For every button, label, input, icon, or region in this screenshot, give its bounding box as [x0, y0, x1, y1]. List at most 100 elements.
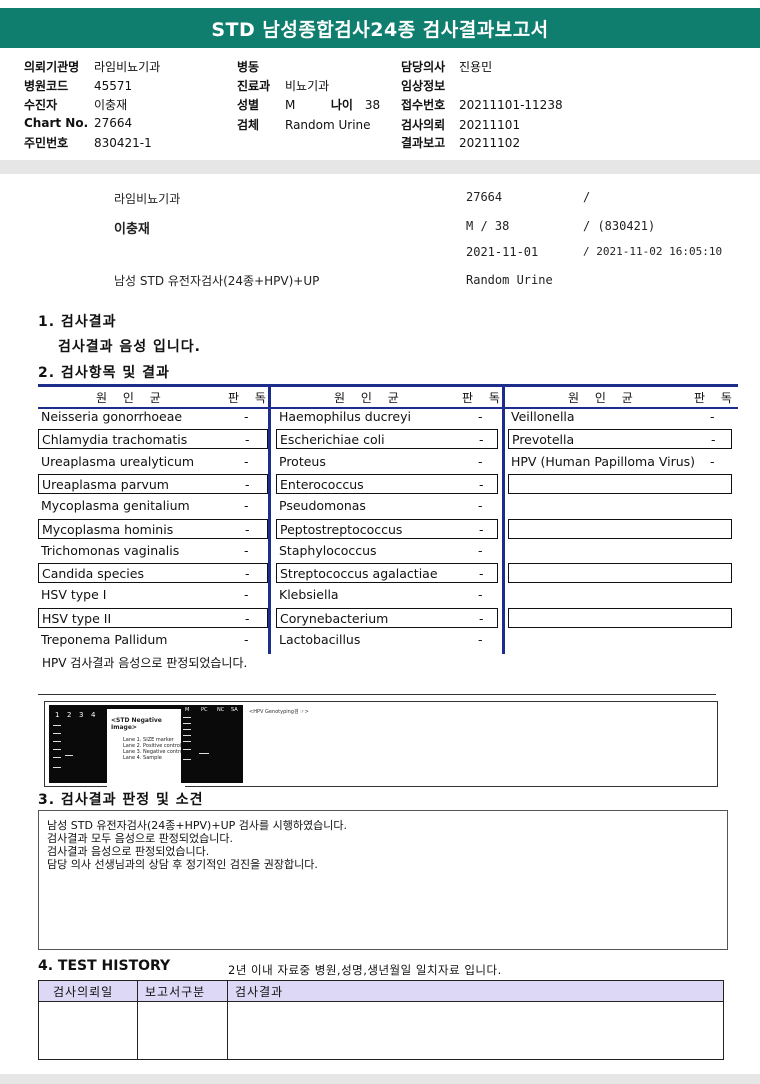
patient-request-date: 2021-11-01 — [466, 245, 539, 259]
section-4-title: 4. TEST HISTORY — [38, 958, 171, 974]
pathogen-result: - — [244, 409, 249, 424]
pathogen-name: HSV type II — [42, 610, 112, 626]
pathogen-name: Proteus — [279, 453, 326, 469]
result-row: Neisseria gonorrhoeae - — [38, 407, 268, 427]
col3-result-header: 판 독 — [694, 391, 738, 405]
patient-chart: 27664 — [466, 190, 503, 204]
pathogen-result: - — [478, 587, 483, 603]
gel-image-frame: 1 2 3 4 <STD Negative Image> Lane 1. SIZ… — [44, 701, 718, 787]
lane-number: 1 — [55, 711, 60, 719]
section-1-title: 1. 검사결과 — [38, 314, 117, 330]
pathogen-name: Ureaplasma urealyticum — [41, 453, 195, 469]
patient-rrn: / (830421) — [583, 219, 656, 233]
col2-result-header: 판 독 — [462, 391, 506, 405]
history-divider — [137, 981, 138, 1059]
pathogen-result: - — [245, 610, 250, 626]
pathogen-name: Mycoplasma genitalium — [41, 498, 190, 514]
gel-band — [53, 757, 61, 758]
history-note: 2년 이내 자료중 병원,성명,생년월일 일치자료 입니다. — [228, 963, 502, 977]
pathogen-result: - — [244, 587, 249, 603]
patient-name: 이충재 — [114, 222, 150, 237]
pathogen-result: - — [478, 409, 483, 424]
pathogen-name: Chlamydia trachomatis — [42, 432, 188, 448]
result-row: Mycoplasma hominis - — [38, 518, 268, 539]
pathogen-name: Klebsiella — [279, 587, 339, 603]
result-row — [508, 518, 732, 539]
results-table-header: 원 인 균 판 독 원 인 균 판 독 원 인 균 판 독 — [38, 384, 738, 409]
pathogen-result: - — [479, 432, 484, 448]
pathogen-result: - — [710, 409, 715, 424]
header-info: 의뢰기관명 라임비뇨기과 병원코드 45571 수진자 이충재 Chart No. 27… — [0, 50, 760, 160]
opinion-line: 담당 의사 선생님과의 상담 후 정기적인 검진을 권장합니다. — [47, 858, 318, 871]
section-3-title: 3. 검사결과 판정 및 소견 — [38, 792, 204, 808]
column-divider — [502, 384, 505, 654]
pathogen-name: Neisseria gonorrhoeae — [41, 409, 183, 424]
pathogen-name: Haemophilus ducreyi — [279, 409, 411, 424]
result-row: Ureaplasma urealyticum - — [38, 452, 268, 472]
pathogen-name: Pseudomonas — [279, 498, 366, 514]
accession-field: 접수번호 20211101-11238 — [401, 98, 563, 112]
pathogen-name: Enterococcus — [280, 476, 364, 492]
result-row: Streptococcus agalactiae - — [276, 563, 498, 584]
std-negative-gel-image: 1 2 3 4 <STD Negative Image> Lane 1. SIZ… — [49, 705, 185, 787]
gel-legend-title: <STD Negative Image> — [111, 717, 162, 731]
gel-legend-line: Lane 4. Sample — [123, 755, 162, 761]
result-row: Treponema Pallidum - — [38, 630, 268, 650]
hospital-code-field: 병원코드 45571 — [24, 79, 133, 93]
lane-label: NC — [217, 707, 225, 713]
bottom-band — [0, 1074, 760, 1084]
gel-band — [183, 723, 191, 724]
gel-band — [183, 735, 191, 736]
result-row: Staphylococcus - — [276, 541, 498, 561]
result-row: Lactobacillus - — [276, 630, 498, 650]
result-row: Corynebacterium - — [276, 607, 498, 628]
gel-band — [183, 729, 191, 730]
lane-number: 2 — [67, 711, 72, 719]
pathogen-result: - — [245, 566, 250, 582]
pathogen-name: Treponema Pallidum — [41, 632, 168, 647]
pathogen-result: - — [478, 498, 483, 514]
gel-band — [199, 753, 209, 754]
gel-legend: <STD Negative Image> Lane 1. SIZE marker… — [107, 709, 185, 787]
ward-field: 병동 — [237, 60, 260, 74]
pathogen-result: - — [244, 453, 249, 469]
result-row: Haemophilus ducreyi - — [276, 407, 498, 427]
opinion-line: 남성 STD 유전자검사(24종+HPV)+UP 검사를 시행하였습니다. — [47, 819, 347, 832]
institution-field: 의뢰기관명 라임비뇨기과 — [24, 60, 161, 74]
pathogen-result: - — [479, 476, 484, 492]
patient-clinic: 라임비뇨기과 — [114, 192, 181, 206]
pathogen-result: - — [479, 610, 484, 626]
lane-number: 3 — [79, 711, 84, 719]
result-row — [508, 585, 732, 605]
pathogen-name: Trichomonas vaginalis — [41, 542, 180, 558]
lane-label: M — [185, 707, 190, 713]
rrn-field: 주민번호 830421-1 — [24, 136, 152, 150]
pathogen-result: - — [245, 521, 250, 537]
pathogen-result: - — [244, 632, 249, 647]
pathogen-name: Candida species — [42, 566, 144, 582]
gel-band — [65, 755, 73, 756]
result-row: Escherichiae coli - — [276, 429, 498, 450]
pathogen-name: HPV (Human Papilloma Virus) — [511, 453, 696, 469]
pathogen-name: Streptococcus agalactiae — [280, 566, 438, 582]
pathogen-result: - — [244, 542, 249, 558]
result-row: Trichomonas vaginalis - — [38, 541, 268, 561]
result-row — [508, 630, 732, 650]
pathogen-result: - — [710, 453, 715, 469]
history-col-date: 검사의뢰일 — [53, 985, 114, 999]
report-date-field: 결과보고 20211102 — [401, 136, 521, 150]
gel-band — [183, 759, 191, 760]
result-row: Enterococcus - — [276, 473, 498, 494]
pathogen-name: Peptostreptococcus — [280, 521, 403, 537]
clinical-field: 임상정보 — [401, 79, 446, 93]
chart-field: Chart No. 27664 — [24, 116, 133, 130]
report-title: STD 남성종합검사24종 검사결과보고서 — [0, 8, 760, 48]
gel-band — [53, 725, 61, 726]
result-row: Klebsiella - — [276, 585, 498, 605]
result-row — [508, 541, 732, 561]
pathogen-name: Staphylococcus — [279, 542, 377, 558]
patient-specimen: Random Urine — [466, 273, 553, 287]
recipient-field: 수진자 이충재 — [24, 98, 128, 112]
lane-number: 4 — [91, 711, 96, 719]
gel-band — [183, 717, 191, 718]
